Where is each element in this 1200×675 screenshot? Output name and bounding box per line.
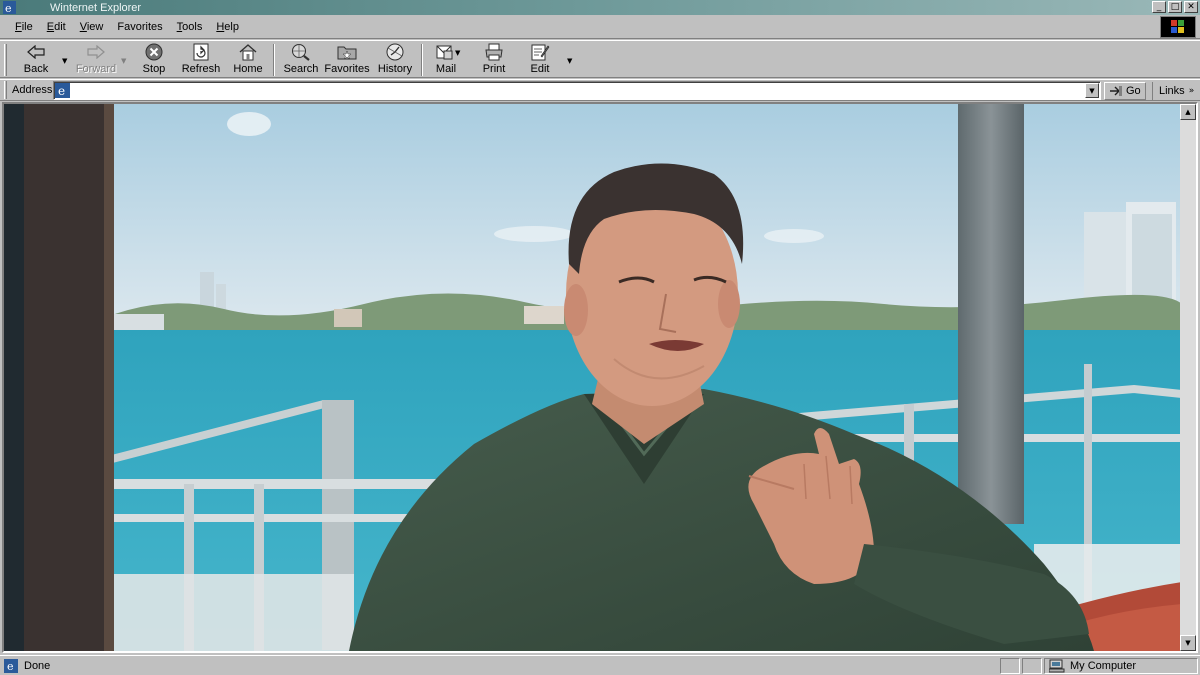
mail-dropdown-icon[interactable]: ▼ [455,49,460,57]
status-panel [1022,658,1042,674]
toolbar-separator [421,44,423,76]
address-grip[interactable] [4,81,7,99]
refresh-icon [191,43,211,61]
back-dropdown-icon[interactable]: ▼ [62,57,67,65]
menu-view[interactable]: View [75,21,109,33]
vertical-scrollbar[interactable]: ▲ ▼ [1180,104,1196,651]
edit-button[interactable]: Edit [527,43,553,77]
edit-dropdown-icon[interactable]: ▼ [567,57,572,65]
menu-favorites[interactable]: Favorites [112,21,167,33]
video-frame-image [4,104,1182,651]
back-button[interactable]: Back [20,43,52,77]
printer-icon [484,43,504,61]
security-zone-text: My Computer [1070,660,1137,672]
home-button[interactable]: Home [232,43,264,77]
page-status-icon: e [4,659,18,673]
menu-bar: File Edit View Favorites Tools Help [0,15,1200,39]
chevron-right-icon: » [1188,86,1195,96]
links-button[interactable]: Links » [1152,82,1198,100]
address-field[interactable]: e ▼ [53,81,1101,100]
print-button[interactable]: Print [480,43,508,77]
history-clock-icon [385,43,405,61]
stop-button[interactable]: Stop [138,43,170,77]
search-globe-icon [291,43,311,61]
stop-icon [144,43,164,61]
close-button[interactable]: ✕ [1184,1,1198,13]
page-icon: e [55,83,70,98]
address-input[interactable] [74,83,1079,98]
ie-logo-icon: e [3,1,16,14]
toolbar-grip[interactable] [4,44,7,76]
svg-text:e: e [58,84,65,98]
menu-file[interactable]: File [10,21,38,33]
maximize-button[interactable]: □ [1168,1,1182,13]
my-computer-icon [1049,659,1065,673]
scroll-up-button[interactable]: ▲ [1180,104,1196,120]
refresh-button[interactable]: Refresh [180,43,222,77]
title-bar: e Winternet Explorer _ □ ✕ [0,0,1200,15]
svg-text:e: e [5,2,12,14]
edit-page-icon [530,43,550,61]
scroll-down-button[interactable]: ▼ [1180,635,1196,651]
menu-edit[interactable]: Edit [42,21,71,33]
favorites-button[interactable]: Favorites [324,43,370,77]
forward-button[interactable]: Forward [76,43,116,77]
address-dropdown-icon[interactable]: ▼ [1085,83,1099,98]
windows-throbber-icon [1160,16,1196,38]
back-arrow-icon [26,43,46,61]
toolbar-separator [273,44,275,76]
favorites-folder-icon [337,43,357,61]
mail-icon [436,43,456,61]
search-button[interactable]: Search [283,43,319,77]
status-text-cell: e Done [2,658,998,674]
status-text: Done [24,660,51,672]
security-zone-cell: My Computer [1044,658,1198,674]
toolbar: Back ▼ Forward ▼ Stop Refresh Home Searc… [0,40,1200,78]
history-button[interactable]: History [377,43,413,77]
go-button[interactable]: Go [1104,82,1146,100]
minimize-button[interactable]: _ [1152,1,1166,13]
home-icon [238,43,258,61]
go-arrow-icon [1110,86,1122,96]
svg-text:e: e [7,660,14,673]
status-bar: e Done My Computer [0,655,1200,675]
window-title: Winternet Explorer [50,1,142,14]
forward-arrow-icon [86,43,106,61]
status-panel [1000,658,1020,674]
page-content: ▲ ▼ [2,102,1198,653]
menu-tools[interactable]: Tools [172,21,208,33]
address-bar: Address e ▼ Go Links » [0,79,1200,101]
address-label: Address [12,84,53,96]
forward-dropdown-icon[interactable]: ▼ [121,57,126,65]
menu-help[interactable]: Help [211,21,244,33]
